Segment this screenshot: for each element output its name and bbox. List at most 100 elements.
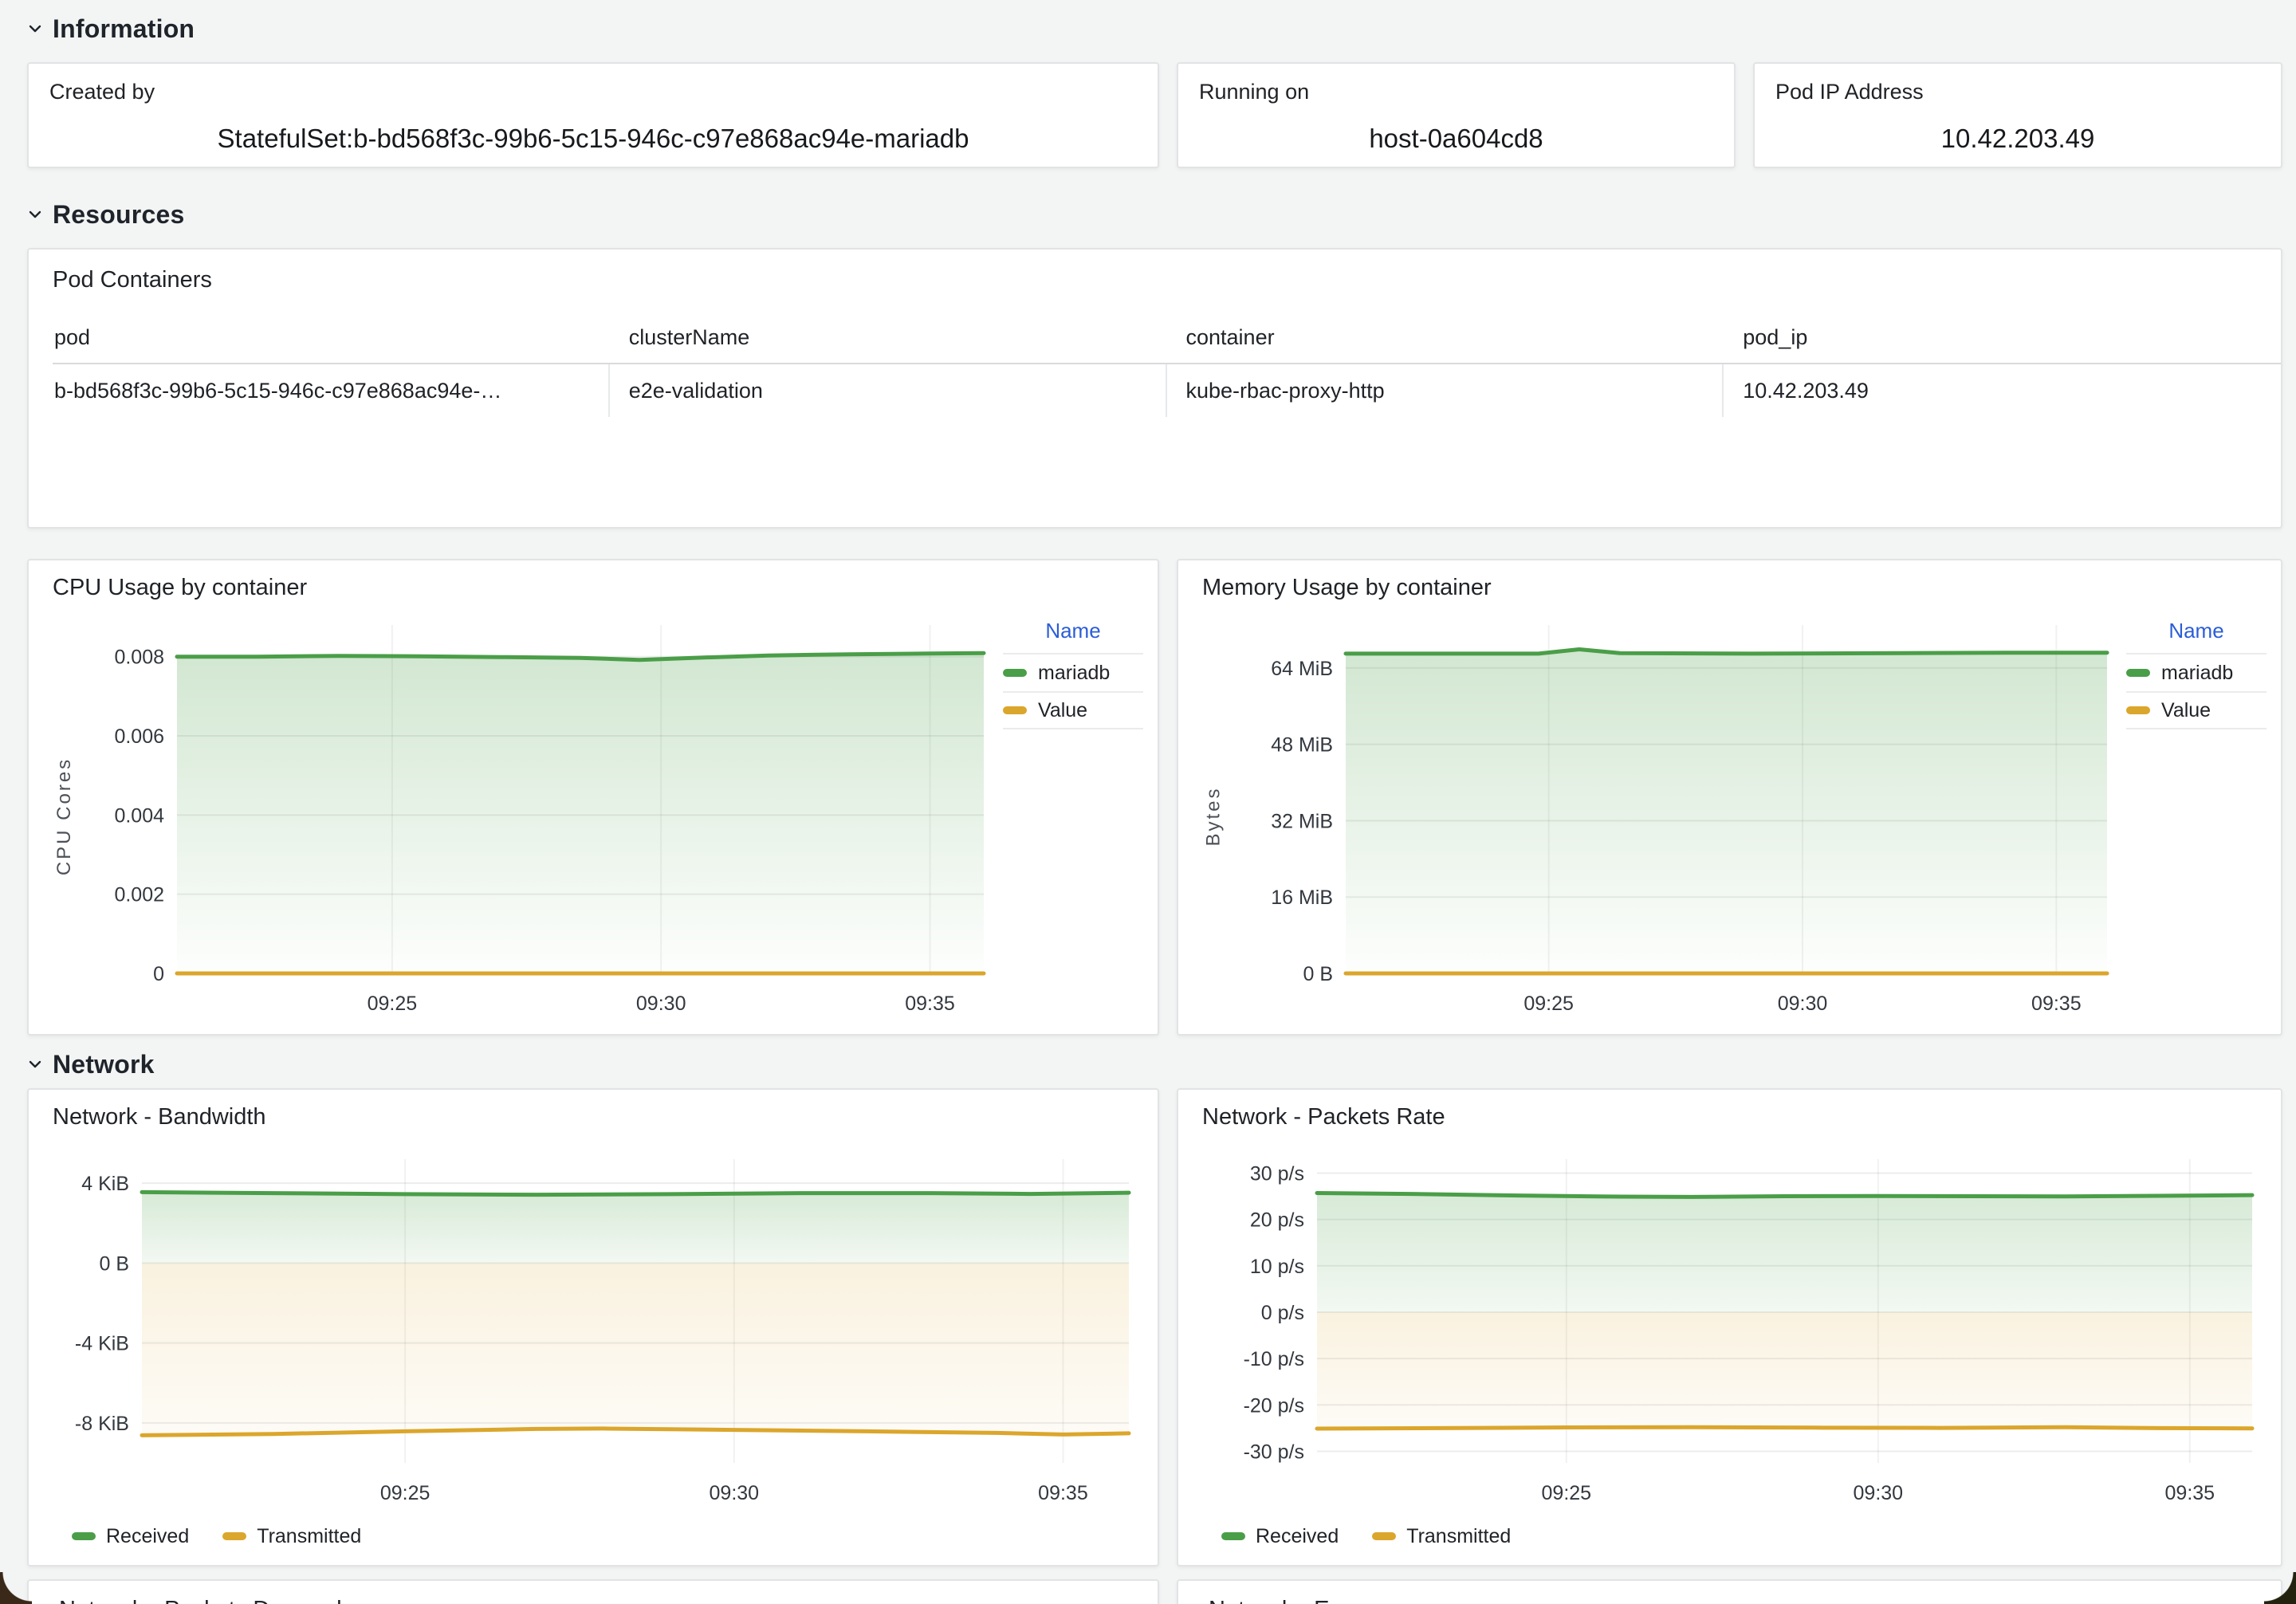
cpu-usage-panel: CPU Usage by container CPU Cores 09:25 09…	[27, 559, 1159, 1036]
series-color-swatch	[1003, 706, 1027, 714]
y-axis-tick-label: 48 MiB	[1271, 734, 1333, 757]
y-axis-label: Bytes	[1196, 606, 1233, 1026]
legend-item-received[interactable]: Received	[72, 1525, 189, 1548]
legend-item-value[interactable]: Value	[1003, 691, 1143, 729]
panel-title[interactable]: CPU Usage by container	[46, 575, 1143, 601]
y-axis-label: CPU Cores	[46, 606, 83, 1026]
chevron-down-icon	[27, 21, 43, 37]
y-axis-tick-label: 16 MiB	[1271, 887, 1333, 909]
y-axis-tick-label: 0	[153, 963, 164, 985]
series-line	[142, 1192, 1129, 1194]
series-area	[1317, 1312, 2252, 1429]
series-color-swatch	[2126, 706, 2150, 714]
y-axis-tick-label: 30 p/s	[1250, 1162, 1304, 1185]
y-axis-tick-label: -4 KiB	[75, 1333, 129, 1355]
y-axis-tick-label: 4 KiB	[81, 1173, 129, 1195]
panel-title[interactable]: Pod Containers	[53, 267, 2281, 293]
y-axis-tick-label: 0.002	[114, 884, 164, 906]
section-header-resources[interactable]: Resources	[27, 197, 2282, 232]
y-axis-tick-label: -8 KiB	[75, 1413, 129, 1435]
column-header-container[interactable]: container	[1167, 325, 1724, 350]
column-header-pod[interactable]: pod	[53, 325, 610, 350]
section-header-information[interactable]: Information	[27, 11, 2282, 46]
legend-item-transmitted[interactable]: Transmitted	[222, 1525, 361, 1548]
column-header-pod_ip[interactable]: pod_ip	[1724, 325, 2281, 350]
x-axis-tick-label: 09:25	[1523, 993, 1574, 1015]
legend-item-label: mariadb	[2161, 662, 2233, 685]
series-line	[1317, 1193, 2252, 1197]
cpu-usage-chart[interactable]: 09:2509:3009:3500.0020.0040.0060.008	[83, 606, 995, 1026]
section-title: Network	[53, 1050, 155, 1079]
chevron-down-icon	[27, 1056, 43, 1072]
legend-item-label: Value	[1038, 699, 1087, 722]
legend-item-label: Received	[106, 1525, 189, 1548]
chart-legend: Received Transmitted	[46, 1516, 1143, 1557]
legend-item-label: Transmitted	[1406, 1525, 1511, 1548]
legend-item-label: Received	[1256, 1525, 1339, 1548]
cell-clusterName: e2e-validation	[610, 364, 1167, 417]
resource-charts-row: CPU Usage by container CPU Cores 09:25 09…	[27, 559, 2282, 1036]
network-charts-row: Network - Bandwidth 09:25 09:30 09:35 4 KiB…	[27, 1088, 2282, 1567]
network-packets-rate-chart[interactable]: 09:2509:3009:3530 p/s20 p/s10 p/s0 p/s-1…	[1196, 1135, 2267, 1516]
cell-container: kube-rbac-proxy-http	[1167, 364, 1724, 417]
stat-value: StatefulSet:b-bd568f3c-99b6-5c15-946c-c9…	[29, 124, 1158, 154]
legend-item-label: mariadb	[1038, 662, 1110, 685]
series-color-swatch	[222, 1532, 246, 1540]
section-title: Resources	[53, 200, 184, 230]
table-header-row: pod clusterName container pod_ip	[53, 325, 2281, 364]
section-title: Information	[53, 14, 195, 44]
legend-name-header[interactable]: Name	[2126, 619, 2267, 653]
series-area	[1317, 1193, 2252, 1313]
panel-title[interactable]: Memory Usage by container	[1196, 575, 2267, 601]
legend-item-mariadb[interactable]: mariadb	[2126, 653, 2267, 691]
legend-item-received[interactable]: Received	[1221, 1525, 1339, 1548]
series-color-swatch	[1221, 1532, 1245, 1540]
x-axis-tick-label: 09:30	[710, 1482, 760, 1504]
pod-containers-table: pod clusterName container pod_ip b-bd568…	[53, 325, 2281, 417]
x-axis-tick-label: 09:25	[380, 1482, 431, 1504]
column-header-clusterName[interactable]: clusterName	[610, 325, 1167, 350]
y-axis-tick-label: 32 MiB	[1271, 810, 1333, 832]
information-stats-row: Created by StatefulSet:b-bd568f3c-99b6-5…	[27, 62, 2282, 168]
y-axis-tick-label: 0 B	[1303, 963, 1333, 985]
chart-legend: Received Transmitted	[1196, 1516, 2267, 1557]
stat-panel-created-by[interactable]: Created by StatefulSet:b-bd568f3c-99b6-5…	[27, 62, 1159, 168]
stat-value: host-0a604cd8	[1178, 124, 1734, 154]
table-row[interactable]: b-bd568f3c-99b6-5c15-946c-c97e868ac94e-……	[53, 364, 2281, 417]
panel-title[interactable]: Network - Packets Dropped	[53, 1597, 1158, 1604]
series-area	[1346, 650, 2107, 974]
network-bandwidth-chart[interactable]: 09:2509:3009:354 KiB0 B-4 KiB-8 KiB	[46, 1135, 1143, 1516]
pod-containers-panel: Pod Containers pod clusterName container…	[27, 248, 2282, 529]
legend-item-transmitted[interactable]: Transmitted	[1372, 1525, 1511, 1548]
chart-legend: Name mariadb Value	[2126, 619, 2267, 1026]
y-axis-tick-label: -30 p/s	[1244, 1441, 1304, 1463]
network-errors-panel: Network - Errors	[1177, 1579, 2282, 1604]
legend-item-mariadb[interactable]: mariadb	[1003, 653, 1143, 691]
x-axis-tick-label: 09:35	[2165, 1482, 2215, 1504]
section-header-network[interactable]: Network	[27, 1047, 2282, 1082]
series-area	[177, 653, 984, 973]
y-axis-tick-label: -20 p/s	[1244, 1394, 1304, 1417]
x-axis-tick-label: 09:25	[368, 993, 418, 1015]
memory-usage-chart[interactable]: 09:2509:3009:350 B16 MiB32 MiB48 MiB64 M…	[1233, 606, 2118, 1026]
x-axis-tick-label: 09:30	[1854, 1482, 1904, 1504]
y-axis-tick-label: 10 p/s	[1250, 1256, 1304, 1278]
stat-label: Pod IP Address	[1775, 80, 1924, 104]
panel-title[interactable]: Network - Packets Rate	[1196, 1104, 2267, 1130]
stat-panel-running-on[interactable]: Running on host-0a604cd8	[1177, 62, 1736, 168]
panel-title[interactable]: Network - Errors	[1202, 1597, 2281, 1604]
y-axis-tick-label: 0.004	[114, 804, 164, 827]
panel-title[interactable]: Network - Bandwidth	[46, 1104, 1143, 1130]
x-axis-tick-label: 09:35	[2031, 993, 2082, 1015]
x-axis-tick-label: 09:25	[1542, 1482, 1592, 1504]
y-axis-tick-label: 0 p/s	[1261, 1302, 1304, 1324]
x-axis-tick-label: 09:35	[905, 993, 955, 1015]
legend-name-header[interactable]: Name	[1003, 619, 1143, 653]
stat-panel-pod-ip[interactable]: Pod IP Address 10.42.203.49	[1753, 62, 2282, 168]
legend-item-value[interactable]: Value	[2126, 691, 2267, 729]
chart-legend: Name mariadb Value	[1003, 619, 1143, 1026]
cell-pod: b-bd568f3c-99b6-5c15-946c-c97e868ac94e-…	[53, 364, 610, 417]
legend-item-label: Transmitted	[257, 1525, 361, 1548]
stat-value: 10.42.203.49	[1755, 124, 2281, 154]
y-axis-tick-label: 64 MiB	[1271, 658, 1333, 680]
